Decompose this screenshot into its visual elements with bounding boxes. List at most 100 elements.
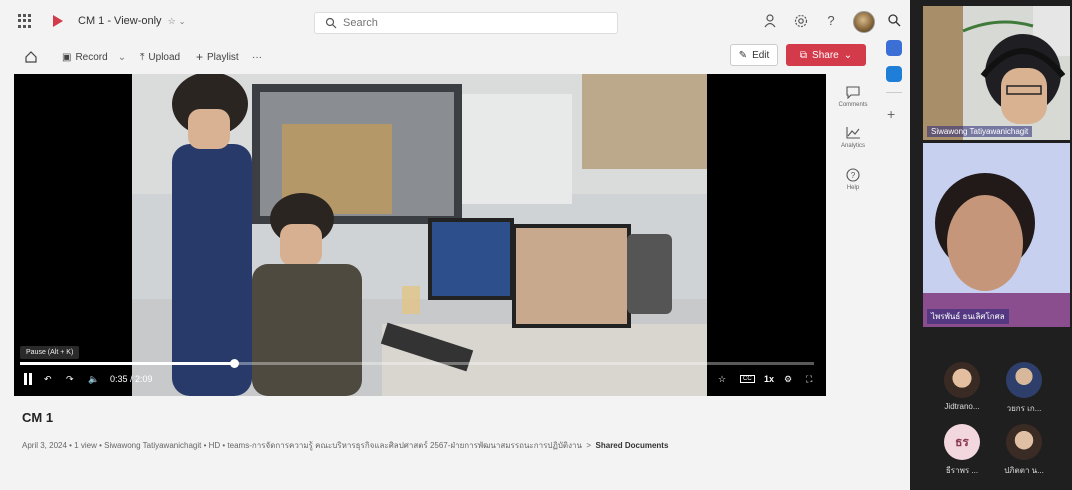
upload-button[interactable]: ⤒ Upload (140, 49, 180, 65)
participant-small-3[interactable]: ธร ธีราพร ... (934, 424, 990, 477)
pause-icon (24, 373, 32, 385)
search-box[interactable] (314, 12, 618, 34)
record-icon: ▣ (62, 51, 72, 63)
playlist-button[interactable]: + Playlist (196, 49, 239, 65)
help-circle-icon: ? (846, 168, 860, 182)
stream-window: CM 1 - View-only ☆ ⌄ ? (0, 0, 910, 490)
time-text: 0:35 / 2:09 (110, 374, 153, 384)
participant-small-2[interactable]: วยกร เก... (996, 362, 1052, 415)
participant-small-1[interactable]: Jidtrano... (934, 362, 990, 411)
video-views: 1 view (74, 441, 97, 450)
settings-icon: ⚙ (784, 373, 793, 384)
copilot-app-icon[interactable] (886, 40, 902, 56)
pencil-icon: ✎ (738, 49, 748, 61)
captions-button[interactable]: CC (740, 372, 755, 386)
help-button[interactable]: ? Help (832, 168, 874, 191)
more-label: ··· (252, 51, 262, 63)
forward-icon: ↷ (66, 373, 74, 384)
chevron-down-icon: ⌄ (843, 49, 853, 61)
speed-label: 1x (764, 374, 775, 384)
upload-icon: ⤒ (140, 51, 145, 63)
outlook-app-icon[interactable] (886, 66, 902, 82)
share-label: Share (812, 49, 839, 61)
user-avatar[interactable] (853, 11, 875, 33)
fullscreen-button[interactable]: ⛶ (806, 372, 812, 386)
svg-text:?: ? (851, 171, 856, 180)
pause-tooltip: Pause (Alt + K) (20, 346, 80, 359)
chevron-down-icon[interactable]: ⌄ (118, 52, 126, 63)
volume-icon: 🔈 (88, 373, 100, 384)
search-input[interactable] (343, 15, 603, 31)
settings-button[interactable]: ⚙ (784, 372, 792, 386)
avatar-initials: ธร (944, 424, 980, 460)
video-location[interactable]: Shared Documents (596, 441, 669, 450)
participant-small-4[interactable]: ปภิตตา น... (996, 424, 1052, 477)
add-app-icon[interactable]: + (887, 106, 895, 122)
video-frame (132, 74, 707, 396)
participant-name: Siwawong Tatiyawanichagit (927, 126, 1033, 137)
chevron-down-icon: ⌄ (178, 17, 186, 26)
analytics-button[interactable]: Analytics (832, 126, 874, 149)
video-owner[interactable]: Siwawong Tatiyawanichagit (104, 441, 201, 450)
avatar (1006, 424, 1042, 460)
search-icon (325, 17, 337, 29)
rail-divider (886, 92, 902, 93)
rewind-button[interactable]: ↶ (44, 372, 52, 386)
comments-button[interactable]: Comments (832, 85, 874, 108)
pause-button[interactable] (22, 372, 34, 386)
sidebar-search-icon[interactable] (887, 13, 901, 27)
participant-name: วยกร เก... (1006, 404, 1042, 413)
record-label: Record (75, 51, 108, 63)
share-people-icon[interactable] (762, 13, 778, 29)
record-button[interactable]: ▣ Record ⌄ (62, 49, 126, 65)
forward-button[interactable]: ↷ (66, 372, 74, 386)
share-button[interactable]: ⧉ Share ⌄ (786, 44, 866, 66)
participant-video (923, 143, 1070, 327)
analytics-icon (846, 127, 860, 139)
people-icon: ☆ (167, 16, 176, 26)
progress-bar[interactable] (20, 359, 814, 368)
app-launcher-icon[interactable] (18, 14, 32, 28)
participant-name: Jidtrano... (944, 402, 980, 411)
participant-tile-main[interactable]: Siwawong Tatiyawanichagit (923, 6, 1070, 140)
edit-label: Edit (752, 49, 770, 61)
participants-panel: Siwawong Tatiyawanichagit ไพรพันธ์ ธนเลิ… (910, 0, 1072, 490)
speed-button[interactable]: 1x (764, 372, 774, 386)
settings-gear-icon[interactable] (793, 13, 809, 29)
video-path[interactable]: teams-การจัดการความรู้ คณะบริหารธุรกิจแล… (227, 441, 582, 450)
comment-icon (846, 86, 860, 99)
people-button[interactable]: ☆ (718, 372, 726, 386)
volume-button[interactable]: 🔈 (88, 372, 99, 386)
rewind-icon: ↶ (44, 373, 52, 384)
more-button[interactable]: ··· (252, 49, 262, 65)
plus-icon: + (196, 50, 204, 64)
time-display: 0:35 / 2:09 (110, 372, 153, 386)
avatar (1006, 362, 1042, 398)
comments-label: Comments (838, 102, 868, 108)
fullscreen-icon: ⛶ (806, 373, 813, 384)
video-date: April 3, 2024 (22, 441, 67, 450)
participant-tile-second[interactable]: ไพรพันธ์ ธนเลิศโกศล (923, 143, 1070, 327)
video-player[interactable]: Pause (Alt + K) ↶ ↷ 🔈 0:35 / 2:09 ☆ CC 1… (14, 74, 826, 396)
share-icon: ⧉ (799, 49, 808, 61)
video-quality: HD (208, 441, 221, 450)
captions-icon: CC (740, 375, 755, 383)
video-metadata: April 3, 2024 • 1 view • Siwawong Tatiya… (22, 441, 669, 450)
home-icon[interactable] (24, 50, 38, 64)
participant-video (923, 6, 1070, 140)
app-title[interactable]: CM 1 - View-only ☆ ⌄ (78, 15, 185, 27)
upload-label: Upload (148, 51, 181, 63)
stream-logo-icon (53, 15, 63, 27)
playlist-label: Playlist (207, 51, 239, 63)
participant-name: ไพรพันธ์ ธนเลิศโกศล (927, 309, 1009, 324)
help-question-icon[interactable]: ? (823, 13, 839, 29)
help-label: Help (846, 185, 860, 191)
top-bar: CM 1 - View-only ☆ ⌄ ? (0, 0, 910, 44)
analytics-label: Analytics (840, 143, 865, 149)
people-icon: ☆ (718, 373, 727, 384)
participant-name: ธีราพร ... (945, 466, 979, 475)
avatar (944, 362, 980, 398)
participant-name: ปภิตตา น... (1004, 466, 1044, 475)
video-title: CM 1 (22, 410, 54, 425)
edit-button[interactable]: ✎ Edit (730, 44, 778, 66)
